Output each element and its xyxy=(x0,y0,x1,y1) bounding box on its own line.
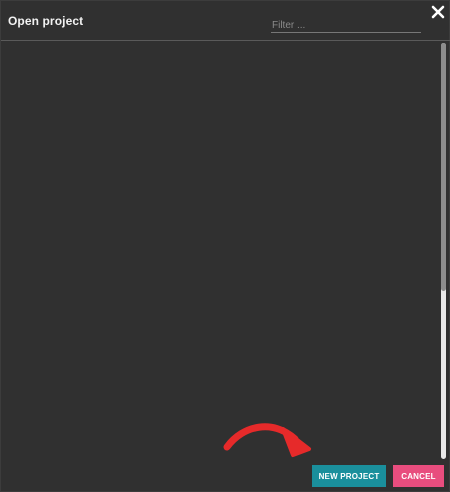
arrow-annotation-icon xyxy=(223,423,311,457)
close-icon[interactable] xyxy=(431,5,445,19)
cancel-button[interactable]: CANCEL xyxy=(393,465,444,487)
dialog-title: Open project xyxy=(8,14,84,28)
project-list xyxy=(1,42,441,457)
dialog-header: Open project xyxy=(1,1,450,41)
filter-input[interactable] xyxy=(271,17,421,34)
close-icon-graphic xyxy=(431,5,445,19)
open-project-dialog: Open project NEW PROJECT CANCEL xyxy=(0,0,450,492)
new-project-button[interactable]: NEW PROJECT xyxy=(312,465,386,487)
scrollbar-thumb[interactable] xyxy=(441,43,446,291)
filter-field xyxy=(271,15,421,34)
vertical-scrollbar[interactable] xyxy=(441,43,446,459)
